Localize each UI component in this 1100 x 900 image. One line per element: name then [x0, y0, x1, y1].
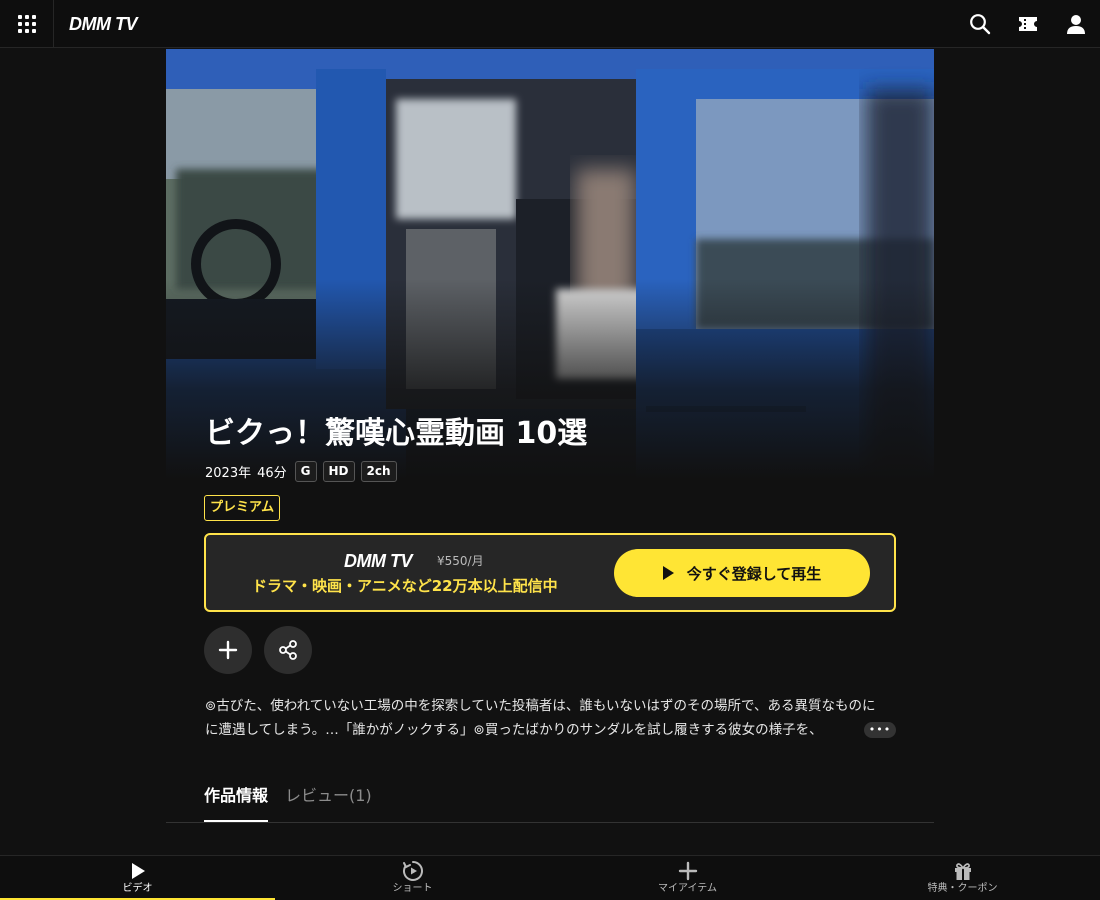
rating-badge: G	[294, 460, 317, 482]
account-button[interactable]	[1064, 12, 1088, 36]
subscribe-play-button[interactable]: 今すぐ登録して再生	[614, 549, 870, 597]
nav-item-short[interactable]: ショート	[275, 856, 550, 900]
work-description: ⊚古びた、使われていない工場の中を探索していた投稿者は、誰もいないはずのその場所…	[205, 694, 905, 742]
plus-icon	[218, 640, 238, 660]
nav-item-my-items[interactable]: マイアイテム	[550, 856, 825, 900]
subscription-panel: DMM TV ¥550/月 ドラマ・映画・アニメなど22万本以上配信中 今すぐ登…	[204, 533, 896, 612]
bottom-nav: ビデオ ショート マイアイテム 特典・クーポン	[0, 855, 1100, 900]
top-header: DMM TV	[0, 0, 1100, 48]
subscribe-play-label: 今すぐ登録して再生	[686, 564, 822, 583]
menu-grid-icon	[17, 14, 36, 33]
nav-item-benefits[interactable]: 特典・クーポン	[825, 856, 1100, 900]
detail-tabs: 作品情報 レビュー(1)	[166, 772, 934, 823]
search-icon	[970, 14, 991, 35]
subscription-tagline: ドラマ・映画・アニメなど22万本以上配信中	[252, 577, 558, 595]
dmm-tv-logo[interactable]: DMM TV	[69, 12, 138, 36]
premium-badge: プレミアム	[204, 495, 281, 521]
description-line-1: ⊚古びた、使われていない工場の中を探索していた投稿者は、誰もいないはずのその場所…	[205, 698, 876, 714]
work-title: ビクっ！驚嘆心霊動画 10選	[205, 416, 588, 451]
play-icon	[662, 566, 674, 580]
description-line-2: に遭遇してしまう。…「誰かがノックする」⊚買ったばかりのサンダルを試し履きする彼…	[205, 722, 823, 738]
expand-description-button[interactable]: •••	[864, 722, 896, 738]
user-icon	[1067, 15, 1085, 34]
quality-badge: HD	[322, 460, 355, 482]
nav-label-benefits: 特典・クーポン	[927, 883, 998, 894]
audio-badge: 2ch	[360, 460, 397, 482]
subscription-price: ¥550/月	[437, 554, 484, 568]
tab-reviews[interactable]: レビュー(1)	[285, 772, 372, 822]
ticket-button[interactable]	[1016, 12, 1040, 36]
tab-work-info[interactable]: 作品情報	[204, 772, 269, 822]
add-to-list-button[interactable]	[204, 626, 252, 674]
ticket-icon	[1019, 17, 1037, 31]
share-icon	[279, 640, 297, 660]
plus-icon	[678, 861, 697, 881]
search-button[interactable]	[968, 12, 992, 36]
menu-button[interactable]	[0, 0, 54, 47]
nav-item-video[interactable]: ビデオ	[0, 856, 275, 900]
share-button[interactable]	[264, 626, 312, 674]
nav-label-short: ショート	[392, 883, 433, 894]
duration: 46分	[257, 465, 287, 481]
dmm-tv-panel-logo: DMM TV	[344, 551, 413, 571]
gift-icon	[954, 863, 971, 880]
nav-label-video: ビデオ	[122, 883, 153, 894]
nav-label-my-items: マイアイテム	[658, 883, 717, 894]
work-meta: 2023年 46分 G HD 2ch	[205, 460, 403, 482]
release-year: 2023年	[205, 465, 252, 481]
short-video-icon	[402, 861, 423, 881]
play-icon	[131, 863, 145, 879]
